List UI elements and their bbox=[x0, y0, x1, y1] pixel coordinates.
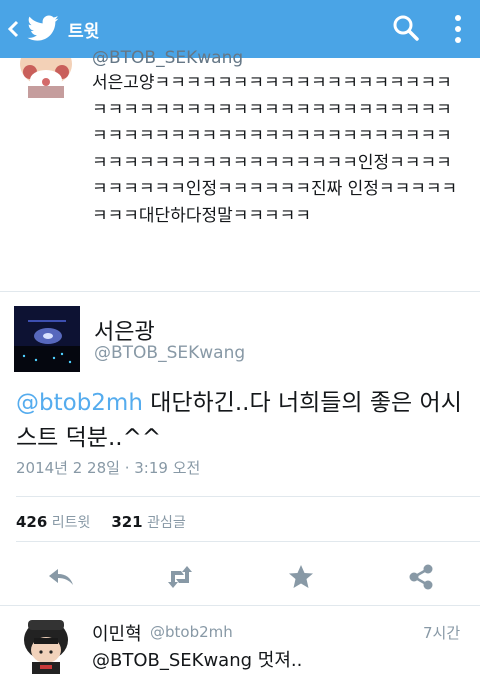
divider bbox=[16, 496, 480, 497]
favorite-label[interactable]: 관심글 bbox=[147, 515, 186, 531]
share-icon[interactable] bbox=[406, 562, 436, 592]
favorite-count[interactable]: 321 bbox=[111, 513, 142, 531]
divider bbox=[0, 291, 480, 292]
avatar[interactable] bbox=[18, 612, 74, 678]
tweet-handle[interactable]: @BTOB_SEKwang bbox=[92, 48, 243, 68]
favorite-icon[interactable] bbox=[286, 562, 316, 592]
tweet-handle[interactable]: @btob2mh bbox=[150, 623, 233, 641]
retweet-icon[interactable] bbox=[165, 562, 195, 592]
timestamp: 2014년 2 28일 · 3:19 오전 bbox=[16, 459, 201, 477]
reply-time: 7시간 bbox=[423, 624, 461, 642]
reply-icon[interactable] bbox=[46, 562, 76, 592]
tweet-text: @btob2mh 대단하긴..다 너희들의 좋은 어시스트 덕분..^^ bbox=[16, 386, 466, 456]
retweet-label[interactable]: 리트윗 bbox=[52, 515, 91, 531]
display-name[interactable]: 서은광 bbox=[94, 314, 155, 346]
tweet-text: 서은고양ㅋㅋㅋㅋㅋㅋㅋㅋㅋㅋㅋㅋㅋㅋㅋㅋㅋㅋㅋㅋㅋㅋㅋㅋㅋㅋㅋㅋㅋㅋㅋㅋㅋㅋㅋㅋ… bbox=[92, 73, 458, 226]
overflow-menu-icon[interactable] bbox=[452, 13, 464, 45]
search-icon[interactable] bbox=[392, 14, 420, 42]
tweet-handle[interactable]: @BTOB_SEKwang bbox=[94, 343, 245, 363]
screen-title: 트윗 bbox=[68, 22, 100, 42]
tweet-text: @BTOB_SEKwang 멋져.. bbox=[92, 650, 303, 671]
divider bbox=[0, 605, 480, 606]
twitter-bird-icon[interactable] bbox=[26, 12, 60, 46]
retweet-count[interactable]: 426 bbox=[16, 513, 47, 531]
back-chevron-icon[interactable] bbox=[6, 18, 20, 40]
display-name[interactable]: 이민혁 bbox=[92, 620, 142, 646]
tweet-stats: 426 리트윗 321 관심글 bbox=[16, 512, 186, 532]
avatar[interactable] bbox=[18, 58, 74, 98]
divider bbox=[16, 541, 480, 542]
mention-link[interactable]: @btob2mh bbox=[16, 390, 143, 416]
avatar[interactable] bbox=[14, 306, 80, 372]
